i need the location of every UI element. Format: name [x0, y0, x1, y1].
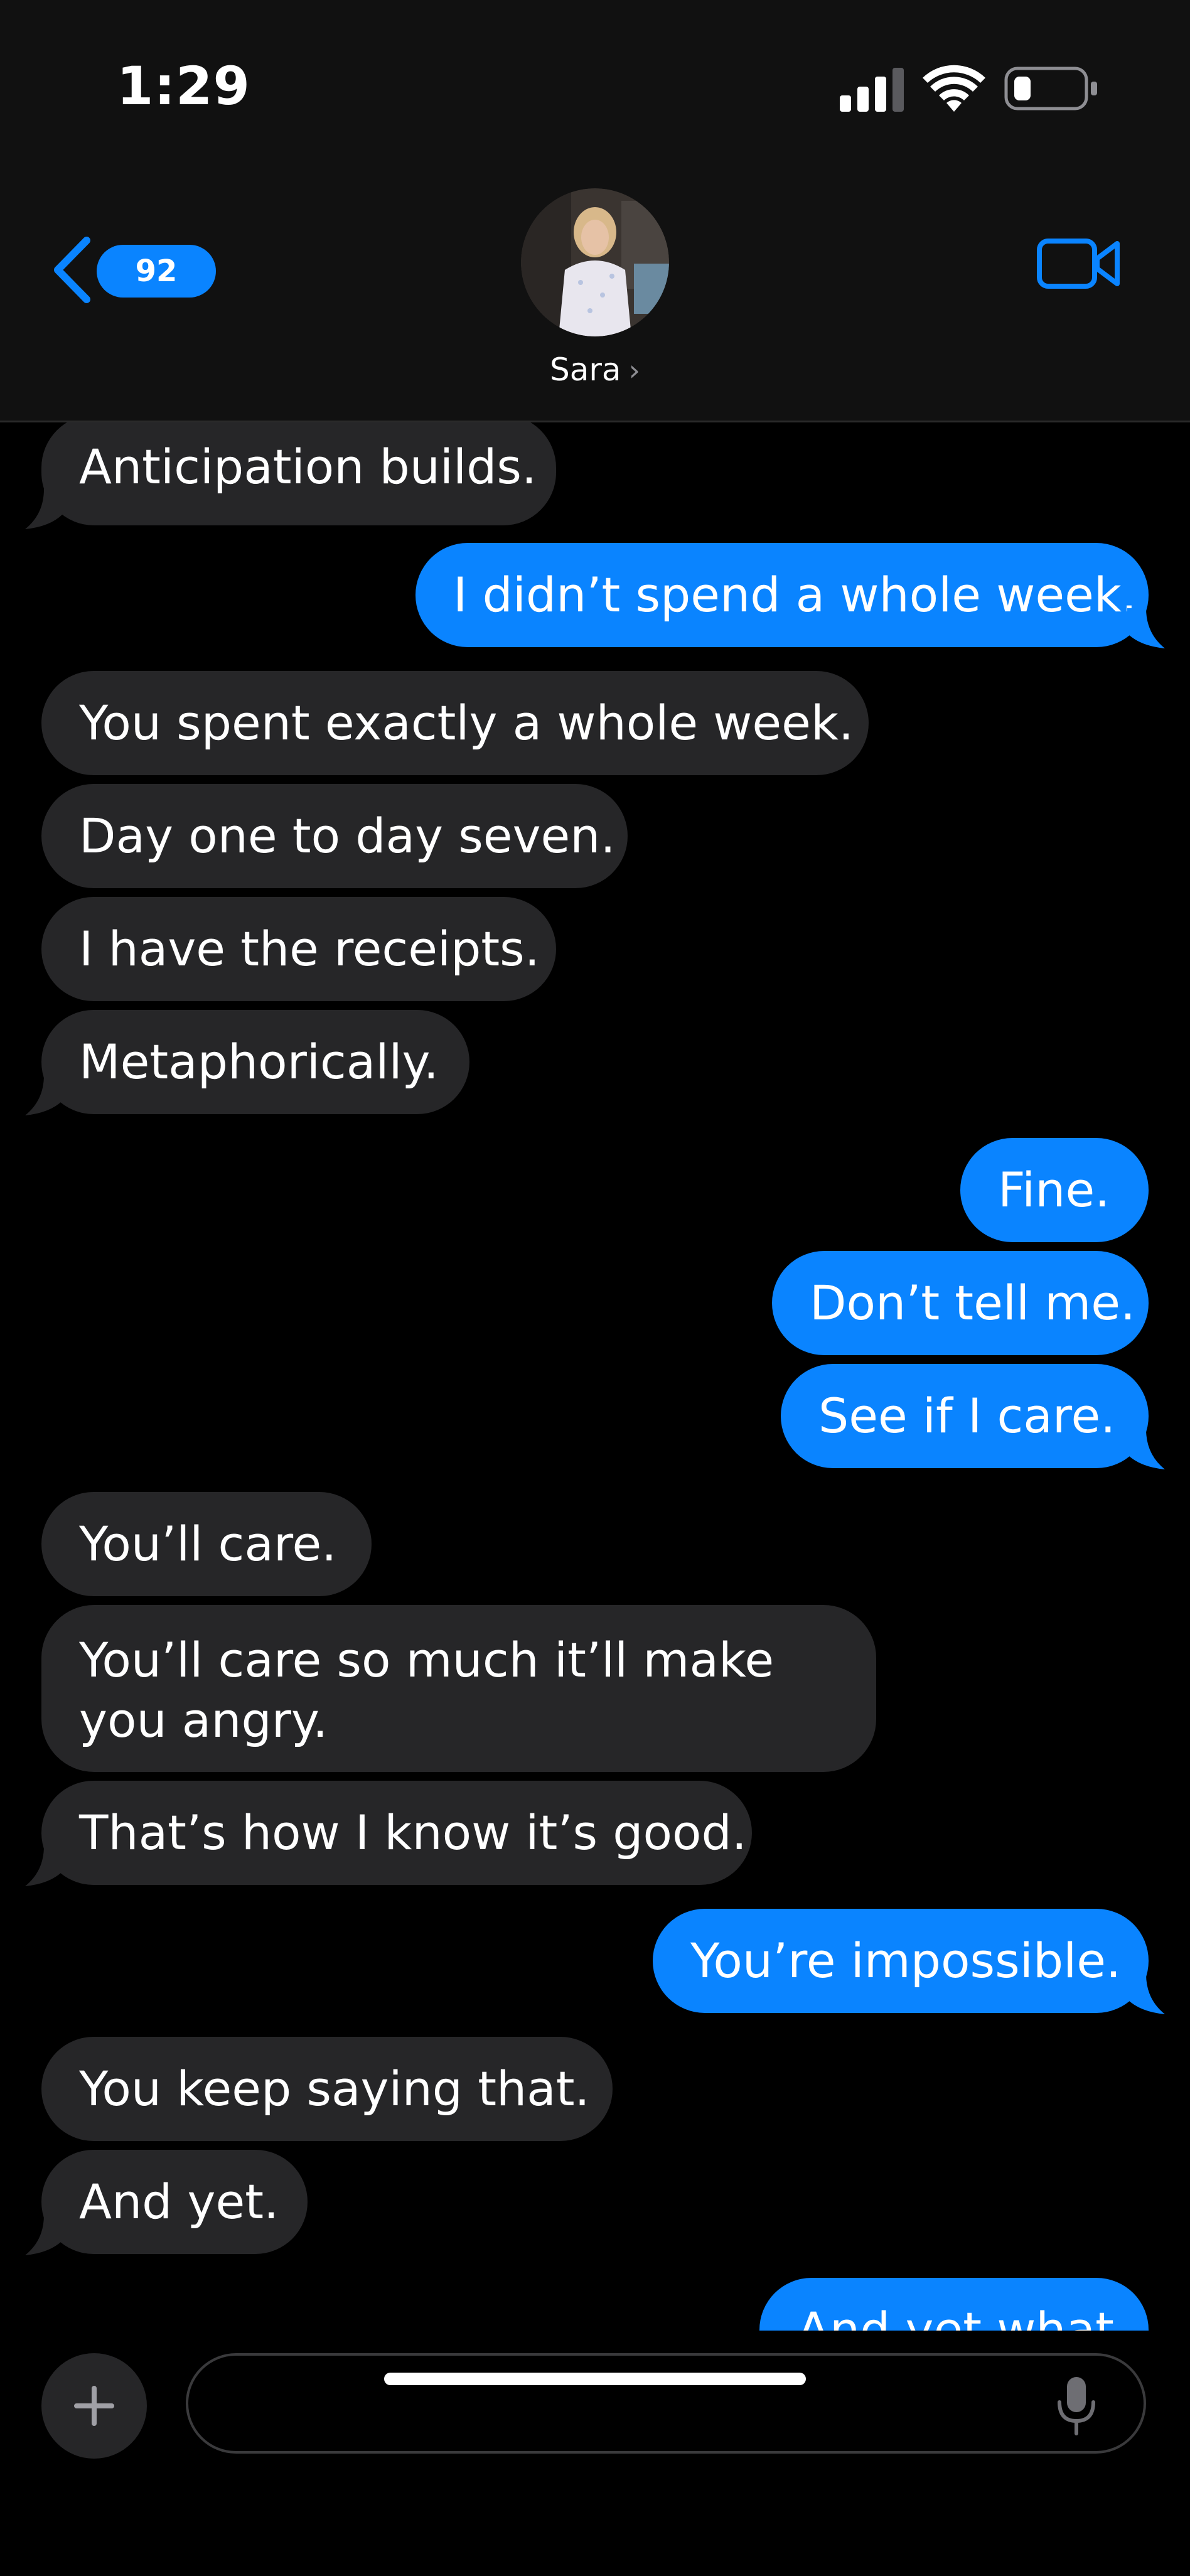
message-bubble-incoming[interactable]: And yet. [41, 2150, 308, 2254]
message-bubble-incoming[interactable]: Day one to day seven. [41, 784, 628, 888]
message-text: You keep saying that. [79, 2061, 590, 2117]
message-composer [0, 2331, 1190, 2576]
message-text: I didn’t spend a whole week. [453, 567, 1137, 623]
message-text: You’ll care so much it’ll make you angry… [79, 1632, 775, 1748]
microphone-icon[interactable] [1054, 2375, 1098, 2437]
message-text: You’re impossible. [690, 1933, 1122, 1988]
back-button[interactable]: 92 [50, 232, 216, 308]
contact-avatar[interactable] [521, 188, 669, 336]
contact-name-label: Sara [550, 352, 621, 388]
message-bubble-outgoing[interactable]: I didn’t spend a whole week. [415, 543, 1149, 647]
cellular-signal-icon [840, 68, 904, 112]
message-bubble-outgoing[interactable]: You’re impossible. [653, 1909, 1149, 2013]
message-text: You spent exactly a whole week. [79, 695, 854, 751]
bubble-tail [25, 1075, 63, 1115]
bubble-tail [1127, 1429, 1165, 1469]
bubble-tail [1127, 608, 1165, 648]
wifi-icon [923, 65, 985, 112]
bubble-tail [25, 1846, 63, 1886]
status-bar: 1:29 [0, 0, 1190, 169]
chevron-left-icon [54, 237, 90, 303]
message-bubble-incoming[interactable]: You keep saying that. [41, 2037, 613, 2141]
home-indicator[interactable] [384, 2373, 806, 2385]
contact-name[interactable]: Sara › [0, 352, 1190, 388]
battery-icon [1004, 67, 1097, 110]
message-text: Metaphorically. [79, 1034, 439, 1090]
message-bubble-incoming[interactable]: That’s how I know it’s good. [41, 1781, 752, 1885]
plus-icon [74, 2386, 114, 2426]
add-attachment-button[interactable] [41, 2353, 147, 2459]
message-bubble-incoming[interactable]: You’ll care so much it’ll make you angry… [41, 1605, 876, 1772]
message-text: And yet. [79, 2174, 279, 2230]
message-bubble-incoming[interactable]: Metaphorically. [41, 1010, 469, 1114]
message-text: That’s how I know it’s good. [79, 1805, 747, 1860]
message-bubble-incoming[interactable]: You’ll care. [41, 1492, 372, 1596]
message-bubble-outgoing[interactable]: See if I care. [781, 1364, 1149, 1468]
message-bubble-outgoing[interactable]: And yet what [759, 2278, 1149, 2331]
bubble-tail [1127, 1974, 1165, 2014]
bubble-tail [25, 2215, 63, 2255]
message-bubble-incoming[interactable]: I have the receipts. [41, 897, 556, 1001]
message-text: Anticipation builds. [79, 439, 537, 495]
message-text: Day one to day seven. [79, 808, 616, 864]
message-bubble-outgoing[interactable]: Fine. [960, 1138, 1149, 1242]
message-bubble-incoming[interactable]: Anticipation builds. [41, 422, 556, 525]
message-input[interactable] [186, 2353, 1146, 2454]
message-bubble-incoming[interactable]: You spent exactly a whole week. [41, 671, 869, 775]
message-bubble-outgoing[interactable]: Don’t tell me. [772, 1251, 1149, 1355]
video-camera-icon[interactable] [1036, 232, 1123, 295]
message-list[interactable]: Anticipation builds. I didn’t spend a wh… [0, 422, 1190, 2331]
unread-count-badge: 92 [97, 245, 216, 298]
message-text: I have the receipts. [79, 921, 540, 977]
message-text: You’ll care. [79, 1516, 337, 1572]
message-text: Fine. [998, 1162, 1110, 1218]
chevron-right-icon: › [628, 353, 640, 387]
conversation-header: 92 Sara › [0, 169, 1190, 422]
message-text: Don’t tell me. [810, 1275, 1136, 1331]
message-text: And yet what [797, 2302, 1114, 2331]
status-time: 1:29 [117, 55, 250, 117]
bubble-tail [25, 489, 63, 529]
message-text: See if I care. [818, 1388, 1116, 1444]
